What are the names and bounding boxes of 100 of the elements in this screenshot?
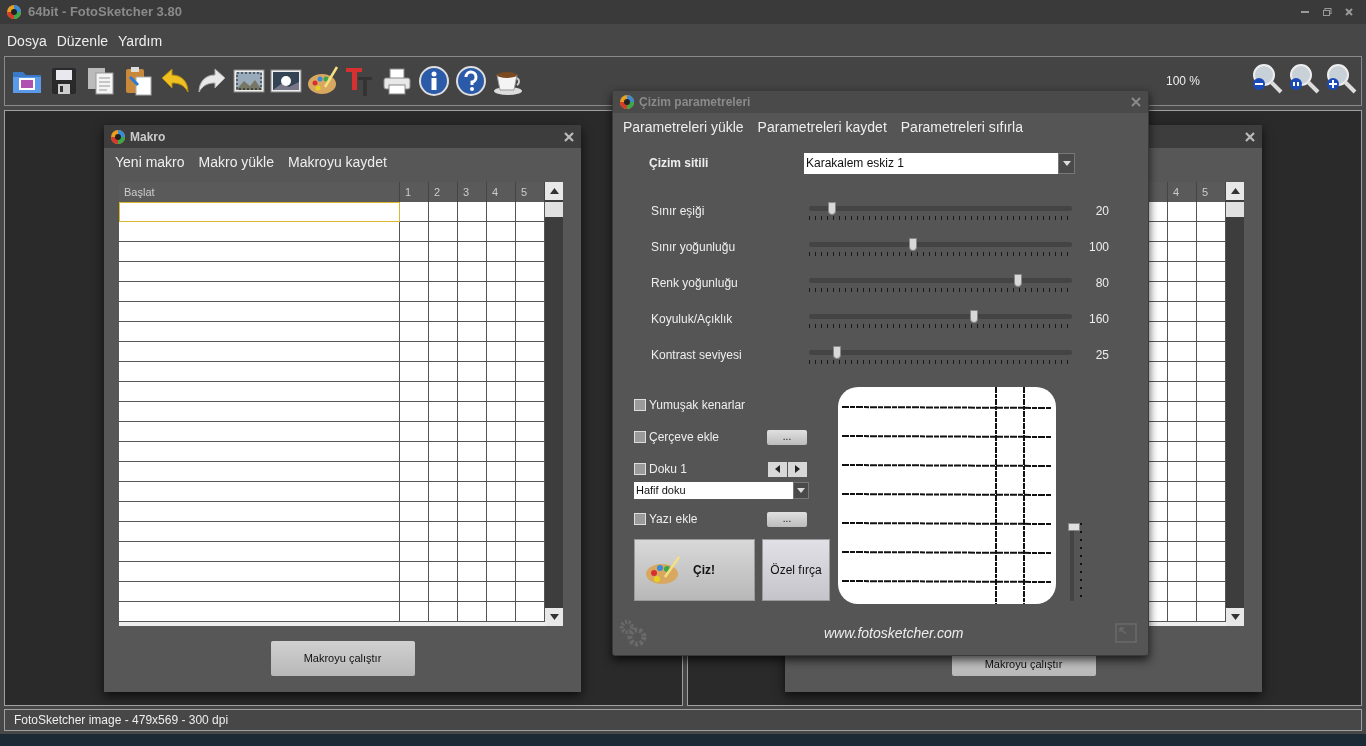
column-header: 4 (1168, 182, 1197, 202)
table-row[interactable] (119, 462, 545, 482)
selected-cell[interactable] (119, 202, 400, 222)
toolbar-button[interactable] (455, 65, 487, 97)
table-row[interactable] (119, 282, 545, 302)
slider-thumb[interactable] (1068, 523, 1080, 531)
slider-thumb[interactable] (827, 202, 836, 215)
checkbox[interactable] (634, 513, 646, 525)
scroll-thumb[interactable] (545, 202, 563, 217)
table-row[interactable] (119, 402, 545, 422)
toolbar-button[interactable] (381, 65, 413, 97)
table-cell (1197, 222, 1226, 242)
table-cell (458, 462, 487, 482)
scrollbar[interactable] (1226, 182, 1244, 626)
table-row[interactable] (119, 422, 545, 442)
slider-label: Sınır yoğunluğu (650, 239, 737, 256)
scroll-down-button[interactable] (1226, 608, 1244, 626)
table-row[interactable] (119, 522, 545, 542)
table-row[interactable] (119, 242, 545, 262)
slider[interactable] (809, 238, 1072, 256)
table-row[interactable] (119, 562, 545, 582)
table-row[interactable] (119, 362, 545, 382)
more-button[interactable]: ... (767, 511, 807, 527)
menu-item[interactable]: Parametreleri kaydet (757, 116, 887, 138)
checkbox[interactable] (634, 463, 646, 475)
table-row[interactable] (119, 442, 545, 462)
table-cell (400, 222, 429, 242)
slider-label: Kontrast seviyesi (650, 347, 743, 364)
table-cell (487, 482, 516, 502)
table-cell (487, 262, 516, 282)
copy-icon (85, 65, 117, 97)
scroll-up-button[interactable] (1226, 182, 1244, 200)
menu-item[interactable]: Makroyu kaydet (288, 151, 387, 173)
table-row[interactable] (119, 382, 545, 402)
run-macro-button[interactable]: Makroyu çalıştır (270, 641, 415, 676)
table-row[interactable] (119, 322, 545, 342)
more-button[interactable]: ... (767, 429, 807, 445)
slider-thumb[interactable] (969, 310, 978, 323)
website-link[interactable]: www.fotosketcher.com (824, 622, 964, 644)
table-cell (516, 322, 545, 342)
table-cell (1168, 282, 1197, 302)
table-row[interactable] (119, 302, 545, 322)
next-button[interactable] (788, 461, 807, 477)
menu-item[interactable]: Düzenle (56, 30, 109, 52)
slider[interactable] (809, 346, 1072, 364)
menu-item[interactable]: Parametreleri sıfırla (900, 116, 1023, 138)
table-cell (458, 602, 487, 622)
close-button[interactable] (1244, 130, 1256, 143)
menu-item[interactable]: Dosya (7, 30, 47, 52)
scroll-down-button[interactable] (545, 608, 563, 626)
table-cell (400, 342, 429, 362)
menu-item[interactable]: Yeni makro (115, 151, 185, 173)
menu-item[interactable]: Parametreleri yükle (623, 116, 744, 138)
toolbar-button[interactable] (85, 65, 117, 97)
checkbox[interactable] (634, 399, 646, 411)
slider-thumb[interactable] (1014, 274, 1023, 287)
table-cell (1168, 222, 1197, 242)
table-cell (458, 482, 487, 502)
table-cell (487, 242, 516, 262)
table-cell (429, 382, 458, 402)
slider[interactable] (809, 202, 1072, 220)
custom-brush-button[interactable]: Özel fırça (762, 539, 830, 601)
scroll-up-icon (549, 188, 559, 194)
table-row[interactable] (119, 542, 545, 562)
table-cell (516, 602, 545, 622)
scroll-thumb[interactable] (1226, 202, 1244, 217)
draw-button[interactable]: Çiz! (634, 539, 755, 601)
table-row[interactable] (119, 262, 545, 282)
table-row[interactable] (119, 342, 545, 362)
table-cell (400, 502, 429, 522)
scroll-up-button[interactable] (545, 182, 563, 200)
table-row[interactable] (119, 202, 545, 222)
slider[interactable] (809, 274, 1072, 292)
table-cell (487, 522, 516, 542)
window-title: Makro (130, 128, 166, 146)
table-row[interactable] (119, 602, 545, 622)
close-button[interactable] (563, 130, 575, 143)
previous-button[interactable] (768, 461, 787, 477)
table-row[interactable] (119, 482, 545, 502)
table-row[interactable] (119, 222, 545, 242)
slider-thumb[interactable] (832, 346, 841, 359)
table-cell (429, 302, 458, 322)
texture-dropdown[interactable]: Hafif doku (634, 482, 809, 499)
toolbar-button[interactable] (307, 65, 339, 97)
table-cell (400, 422, 429, 442)
restore-button[interactable] (1320, 5, 1334, 19)
menu-item[interactable]: Yardım (118, 30, 163, 52)
close-button[interactable] (1130, 96, 1142, 108)
zoom-slider[interactable] (1068, 523, 1082, 601)
table-row[interactable] (119, 502, 545, 522)
toolbar-button[interactable] (418, 65, 450, 97)
table-cell (429, 222, 458, 242)
table-row[interactable] (119, 582, 545, 602)
slider[interactable] (809, 310, 1072, 328)
menu-item[interactable]: Makro yükle (198, 151, 274, 173)
table-cell (458, 522, 487, 542)
style-dropdown[interactable]: Karakalem eskiz 1 (804, 152, 1075, 174)
scrollbar[interactable] (545, 182, 563, 626)
slider-thumb[interactable] (908, 238, 917, 251)
checkbox[interactable] (634, 431, 646, 443)
